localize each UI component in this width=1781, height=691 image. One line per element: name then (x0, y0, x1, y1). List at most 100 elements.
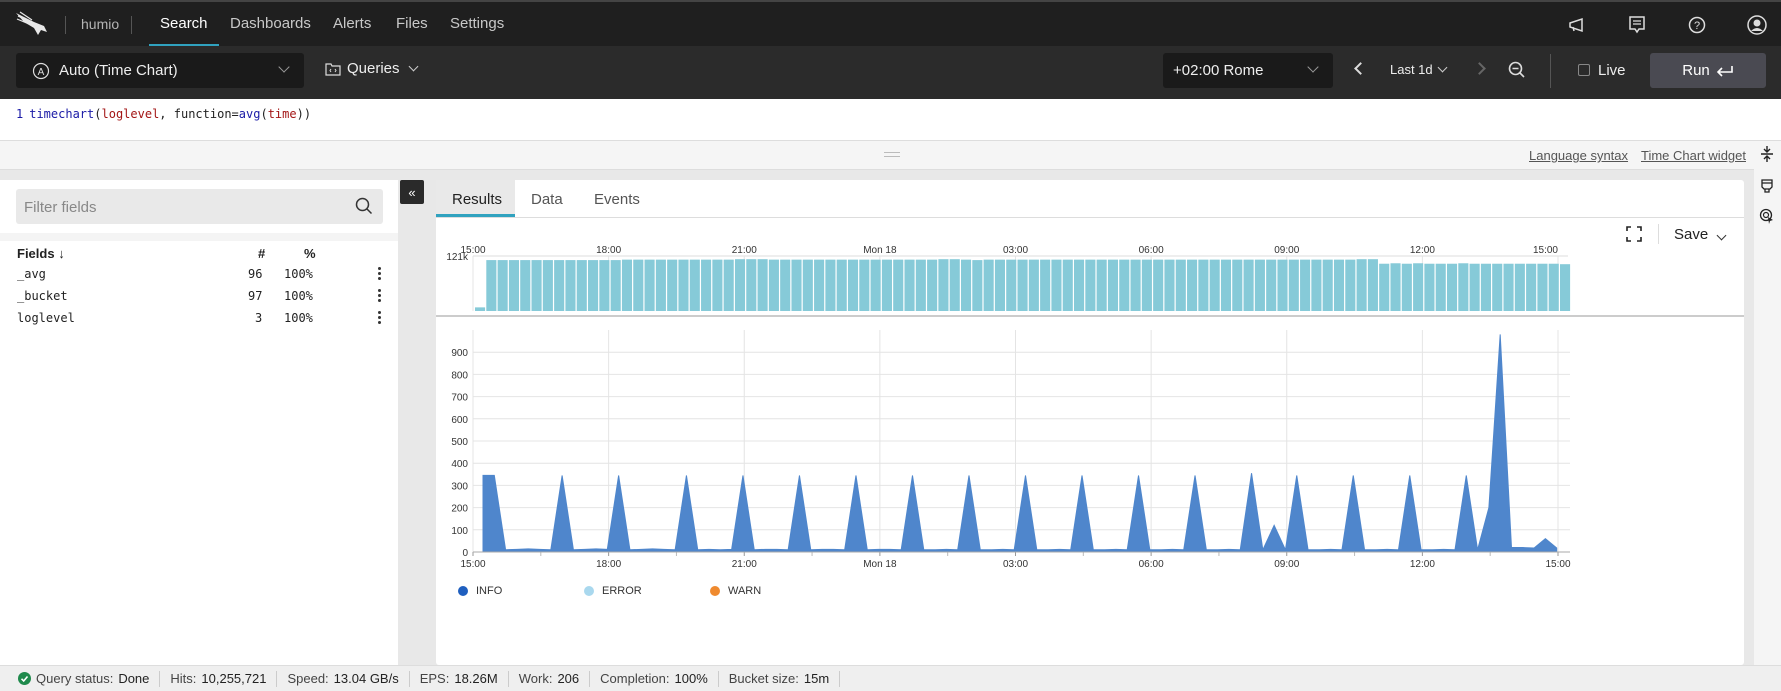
field-row[interactable]: loglevel 3 100% (0, 308, 398, 330)
histogram-bar[interactable] (983, 259, 994, 311)
histogram-bar[interactable] (1220, 259, 1232, 311)
histogram-bar[interactable] (1537, 263, 1548, 311)
histogram-bar[interactable] (723, 259, 734, 311)
histogram-bar[interactable] (565, 260, 576, 311)
help-icon[interactable]: ? (1686, 14, 1708, 36)
announcement-icon[interactable] (1566, 14, 1588, 36)
nav-dashboards[interactable]: Dashboards (230, 15, 311, 32)
histogram-bar[interactable] (520, 260, 531, 311)
histogram-bar[interactable] (1187, 259, 1198, 311)
histogram-bar[interactable] (1006, 259, 1017, 311)
fields-column-header[interactable]: Fields ↓ (17, 246, 65, 261)
histogram-bar[interactable] (1130, 259, 1141, 311)
histogram-bar[interactable] (588, 260, 599, 311)
histogram-bar[interactable] (508, 260, 520, 311)
time-range-select[interactable]: Last 1d (1390, 62, 1448, 77)
field-row[interactable]: _avg 96 100% (0, 264, 398, 286)
histogram-bar[interactable] (678, 259, 689, 311)
legend-item[interactable]: INFO (458, 585, 584, 597)
histogram-bar[interactable] (1085, 259, 1096, 311)
tab-data[interactable]: Data (515, 180, 579, 217)
nav-files[interactable]: Files (396, 15, 428, 32)
language-syntax-link[interactable]: Language syntax (1529, 148, 1628, 163)
histogram-bar[interactable] (475, 307, 486, 311)
histogram-bar[interactable] (1469, 263, 1480, 311)
histogram-bar[interactable] (1345, 259, 1356, 311)
widget-type-select[interactable]: A Auto (Time Chart) (16, 53, 304, 88)
event-histogram[interactable]: 15:00 18:00 21:00 Mon 18 03:00 06:00 09:00 12:0… (436, 246, 1744, 318)
histogram-bar[interactable] (1119, 259, 1130, 311)
histogram-bar[interactable] (497, 260, 508, 311)
legend-item[interactable]: ERROR (584, 585, 710, 597)
feedback-icon[interactable] (1626, 14, 1648, 36)
user-avatar-icon[interactable] (1746, 14, 1768, 36)
histogram-bar[interactable] (689, 259, 700, 311)
fullscreen-icon[interactable] (1626, 226, 1642, 242)
histogram-bar[interactable] (1300, 259, 1311, 311)
filter-fields-field[interactable] (16, 189, 383, 224)
histogram-bar[interactable] (1333, 259, 1345, 311)
histogram-bar[interactable] (802, 259, 813, 311)
histogram-bar[interactable] (1164, 259, 1175, 311)
histogram-bar[interactable] (1514, 263, 1525, 311)
histogram-bar[interactable] (1458, 263, 1469, 311)
nav-search[interactable]: Search (160, 15, 208, 32)
live-checkbox[interactable] (1578, 64, 1590, 76)
histogram-bar[interactable] (893, 259, 904, 311)
more-options-icon[interactable] (378, 267, 381, 282)
histogram-bar[interactable] (1107, 259, 1119, 311)
histogram-bar[interactable] (960, 259, 972, 311)
legend-item[interactable]: WARN (710, 585, 836, 597)
time-chart[interactable]: 0 100 200 300 400 500 600 700 800 900 15:00 18:00 2… (436, 320, 1744, 610)
histogram-bar[interactable] (791, 259, 802, 311)
histogram-bar[interactable] (1266, 259, 1277, 311)
histogram-bar[interactable] (1322, 259, 1333, 311)
histogram-bar[interactable] (1254, 259, 1265, 311)
histogram-bar[interactable] (1028, 259, 1039, 311)
histogram-bar[interactable] (1413, 263, 1424, 311)
tab-events[interactable]: Events (578, 180, 656, 217)
histogram-bar[interactable] (881, 259, 892, 311)
histogram-bar[interactable] (859, 259, 870, 311)
more-options-icon[interactable] (378, 311, 381, 326)
histogram-bar[interactable] (1153, 259, 1164, 311)
histogram-bar[interactable] (701, 259, 712, 311)
histogram-bar[interactable] (1379, 263, 1390, 311)
histogram-bar[interactable] (1548, 263, 1559, 311)
histogram-bar[interactable] (1435, 263, 1446, 311)
histogram-bar[interactable] (1096, 259, 1107, 311)
series-area-info[interactable] (482, 334, 1558, 553)
next-period-button[interactable] (1473, 62, 1486, 75)
histogram-bar[interactable] (1074, 259, 1085, 311)
histogram-bar[interactable] (734, 259, 746, 311)
zoom-out-icon[interactable] (1508, 61, 1526, 79)
histogram-bar[interactable] (1424, 263, 1435, 311)
histogram-bar[interactable] (780, 259, 791, 311)
histogram-bar[interactable] (1017, 259, 1028, 311)
search-icon[interactable] (355, 197, 373, 215)
histogram-bar[interactable] (1390, 263, 1401, 311)
histogram-bar[interactable] (1492, 263, 1503, 311)
histogram-bar[interactable] (712, 259, 723, 311)
histogram-bar[interactable] (1503, 263, 1514, 311)
nav-alerts[interactable]: Alerts (333, 15, 371, 32)
histogram-bar[interactable] (847, 259, 859, 311)
histogram-bar[interactable] (1356, 259, 1367, 311)
histogram-bar[interactable] (927, 259, 938, 311)
field-row[interactable]: _bucket 97 100% (0, 286, 398, 308)
histogram-bar[interactable] (1288, 259, 1299, 311)
inspect-cursor-icon[interactable] (1759, 208, 1775, 224)
histogram-bar[interactable] (768, 259, 779, 311)
histogram-bar[interactable] (633, 259, 644, 311)
filter-fields-input[interactable] (24, 199, 344, 216)
histogram-bar[interactable] (599, 260, 610, 311)
histogram-bar[interactable] (1198, 259, 1209, 311)
histogram-bar[interactable] (486, 260, 497, 311)
histogram-bar[interactable] (1401, 263, 1412, 311)
histogram-bar[interactable] (1175, 259, 1186, 311)
histogram-bar[interactable] (531, 260, 542, 311)
nav-settings[interactable]: Settings (450, 15, 504, 32)
histogram-bar[interactable] (1277, 259, 1288, 311)
widget-docs-link[interactable]: Time Chart widget (1641, 148, 1746, 163)
histogram-bar[interactable] (1232, 259, 1243, 311)
